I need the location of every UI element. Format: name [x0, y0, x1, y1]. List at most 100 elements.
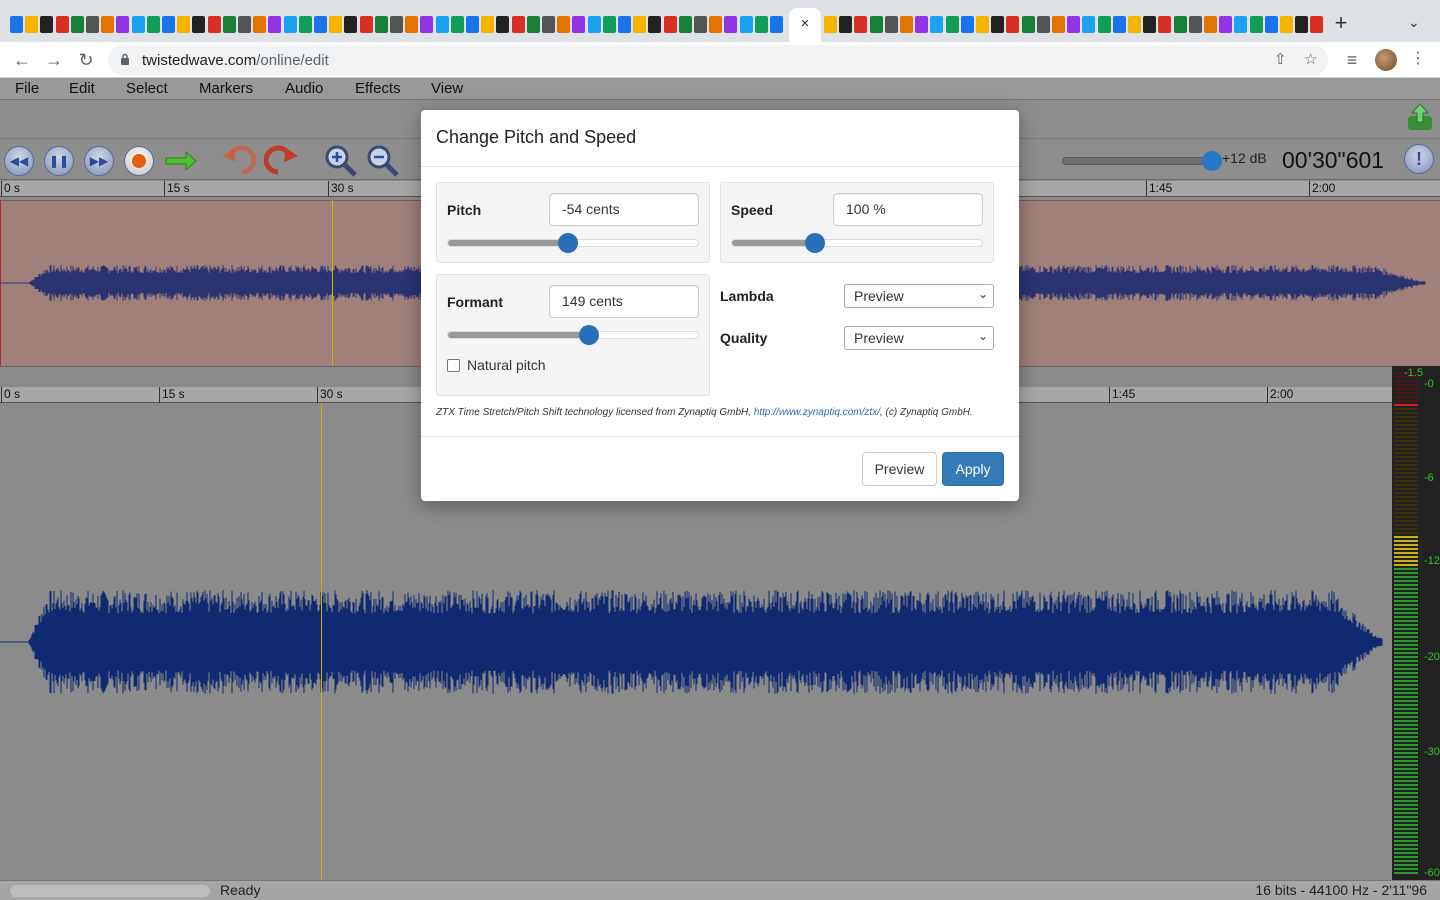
tab-favicon[interactable] — [960, 16, 974, 33]
tab-favicon[interactable] — [1158, 16, 1172, 33]
tab-favicon[interactable] — [131, 16, 145, 33]
tab-favicon[interactable] — [405, 16, 419, 33]
tab-favicon[interactable] — [344, 16, 358, 33]
tab-favicon[interactable] — [70, 16, 84, 33]
tab-favicon[interactable] — [754, 16, 768, 33]
fast-forward-button[interactable]: ▶▶ — [84, 146, 114, 176]
menu-markers[interactable]: Markers — [199, 80, 253, 97]
tab-favicon[interactable] — [1036, 16, 1050, 33]
tab-favicon[interactable] — [1204, 16, 1217, 33]
tab-favicon[interactable] — [1128, 16, 1141, 33]
tab-favicon[interactable] — [496, 16, 510, 33]
rewind-button[interactable]: ◀◀ — [4, 146, 34, 176]
tab-favicon[interactable] — [1082, 16, 1096, 33]
pause-button[interactable]: ❚❚ — [44, 146, 74, 176]
preview-button[interactable]: Preview — [862, 452, 937, 486]
undo-icon[interactable] — [222, 144, 256, 176]
tab-favicon[interactable] — [770, 16, 783, 33]
tab-favicon[interactable] — [976, 16, 989, 33]
tab-favicon[interactable] — [526, 16, 540, 33]
tab-favicon[interactable] — [930, 16, 944, 33]
bookmark-star-icon[interactable]: ☆ — [1304, 50, 1317, 68]
tab-favicon[interactable] — [991, 16, 1005, 33]
menu-select[interactable]: Select — [126, 80, 168, 97]
formant-slider-knob[interactable] — [579, 325, 600, 345]
horizontal-scrollbar[interactable] — [10, 885, 210, 897]
natural-pitch-checkbox[interactable] — [447, 359, 460, 372]
tab-favicon[interactable] — [557, 16, 571, 33]
tab-favicon[interactable] — [542, 16, 555, 33]
tab-favicon[interactable] — [359, 16, 373, 33]
formant-slider[interactable] — [447, 325, 699, 345]
tab-favicon[interactable] — [572, 16, 586, 33]
pitch-slider-knob[interactable] — [558, 233, 578, 253]
speed-slider[interactable] — [731, 233, 983, 253]
menu-file[interactable]: File — [15, 80, 39, 97]
tab-favicon[interactable] — [192, 16, 206, 33]
tab-favicon[interactable] — [222, 16, 236, 33]
tab-favicon[interactable] — [511, 16, 525, 33]
redo-icon[interactable] — [262, 144, 300, 176]
share-icon[interactable]: ⇧ — [1274, 50, 1287, 68]
profile-avatar[interactable] — [1375, 49, 1397, 71]
tab-favicon[interactable] — [1249, 16, 1263, 33]
tab-favicon[interactable] — [329, 16, 343, 33]
tab-favicon[interactable] — [587, 16, 601, 33]
tab-favicon[interactable] — [1264, 16, 1278, 33]
tab-favicon[interactable] — [146, 16, 160, 33]
tab-favicon[interactable] — [869, 16, 883, 33]
tab-favicon[interactable] — [900, 16, 913, 33]
tab-favicon[interactable] — [1052, 16, 1065, 33]
tab-favicon[interactable] — [238, 16, 251, 33]
tab-favicon[interactable] — [945, 16, 959, 33]
tab-favicon[interactable] — [884, 16, 898, 33]
tab-favicon[interactable] — [1234, 16, 1248, 33]
media-queue-icon[interactable]: ≡ — [1340, 48, 1364, 72]
tab-favicon[interactable] — [253, 16, 267, 33]
tab-favicon[interactable] — [86, 16, 99, 33]
zoom-out-icon[interactable] — [364, 142, 400, 178]
tab-favicon[interactable] — [915, 16, 929, 33]
pitch-slider[interactable] — [447, 233, 699, 253]
new-tab-button[interactable]: + — [1330, 10, 1352, 36]
tab-favicon[interactable] — [283, 16, 297, 33]
tab-favicon[interactable] — [177, 16, 191, 33]
tab-favicon[interactable] — [1067, 16, 1081, 33]
tab-favicon[interactable] — [374, 16, 388, 33]
tab-favicon[interactable] — [298, 16, 312, 33]
tab-favicon[interactable] — [55, 16, 69, 33]
tab-favicon[interactable] — [314, 16, 327, 33]
natural-pitch-label[interactable]: Natural pitch — [467, 357, 546, 373]
tab-favicon[interactable] — [1173, 16, 1187, 33]
reload-icon[interactable]: ↻ — [74, 48, 98, 72]
zoom-in-icon[interactable] — [322, 142, 358, 178]
tab-favicon[interactable] — [420, 16, 434, 33]
zynaptiq-link[interactable]: http://www.zynaptiq.com/ztx/ — [754, 407, 880, 418]
tab-favicon[interactable] — [268, 16, 282, 33]
volume-slider[interactable] — [1062, 157, 1216, 165]
close-tab-icon[interactable]: × — [801, 15, 810, 32]
tab-favicon[interactable] — [854, 16, 868, 33]
tab-favicon[interactable] — [390, 16, 403, 33]
tab-favicon[interactable] — [162, 16, 175, 33]
address-bar[interactable]: twistedwave.com/online/edit ⇧ ☆ — [108, 45, 1328, 75]
tab-favicon[interactable] — [101, 16, 115, 33]
apply-button[interactable]: Apply — [942, 452, 1004, 486]
upload-icon[interactable] — [1406, 102, 1434, 132]
tab-favicon[interactable] — [1295, 16, 1309, 33]
tab-favicon[interactable] — [739, 16, 753, 33]
tab-favicon[interactable] — [709, 16, 723, 33]
menu-effects[interactable]: Effects — [355, 80, 401, 97]
tab-favicon[interactable] — [466, 16, 479, 33]
tab-favicon[interactable] — [10, 16, 23, 33]
tab-favicon[interactable] — [1219, 16, 1233, 33]
tab-favicon[interactable] — [1310, 16, 1324, 33]
tab-favicon[interactable] — [618, 16, 631, 33]
formant-input[interactable]: 149 cents — [549, 285, 699, 318]
tab-favicon[interactable] — [1006, 16, 1020, 33]
pitch-input[interactable]: -54 cents — [549, 193, 699, 226]
menu-edit[interactable]: Edit — [69, 80, 95, 97]
forward-arrow-icon[interactable]: → — [42, 48, 66, 72]
tab-favicon[interactable] — [1021, 16, 1035, 33]
menu-view[interactable]: View — [431, 80, 463, 97]
